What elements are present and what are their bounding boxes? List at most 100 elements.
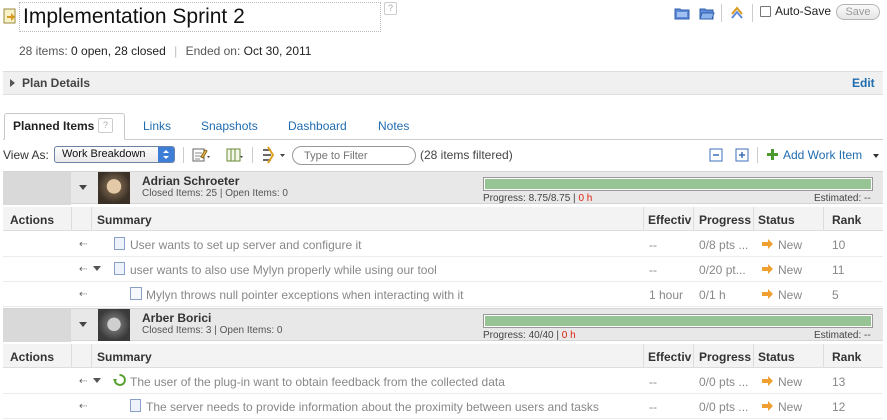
add-work-item-button[interactable]: Add Work Item [783,148,862,162]
status-new-icon [762,376,773,386]
item-progress: 0/1 h [699,288,726,302]
drag-handle-icon[interactable]: ⇠ [79,264,87,275]
filter-input[interactable] [292,146,416,165]
column-actions[interactable]: Actions [10,213,54,227]
epic-icon [113,374,126,386]
toolbar-separator [757,147,758,163]
column-divider[interactable] [91,344,92,368]
toolbar-separator [183,147,184,163]
item-summary[interactable]: Mylyn throws null pointer exceptions whe… [146,288,463,302]
item-rank: 12 [832,400,846,414]
column-divider[interactable] [71,344,72,368]
edit-columns-icon[interactable] [192,147,212,163]
item-progress: 0/0 pts ... [699,375,749,389]
autosave-label: Auto-Save [775,4,832,18]
column-effective[interactable]: Effectiv [648,350,691,364]
column-divider[interactable] [823,207,824,231]
item-summary[interactable]: user wants to also use Mylyn properly wh… [130,263,437,277]
filter-count: (28 items filtered) [420,148,513,162]
expand-arrow-icon[interactable] [10,79,15,87]
item-progress: 0/8 pts ... [699,238,749,252]
drag-handle-icon[interactable]: ⇠ [79,239,87,250]
column-effective[interactable]: Effectiv [648,213,691,227]
item-effective: 1 hour [649,288,684,302]
column-divider[interactable] [753,344,754,368]
collapse-arrow-icon[interactable] [79,322,87,327]
column-divider[interactable] [91,207,92,231]
autosave-checkbox[interactable] [760,6,771,17]
collapse-arrow-icon[interactable] [79,185,87,190]
tab-notes[interactable]: Notes [378,119,409,133]
item-status[interactable]: New [778,288,802,302]
story-icon [114,262,125,275]
column-progress[interactable]: Progress [699,350,751,364]
edit-link[interactable]: Edit [852,76,875,90]
column-divider[interactable] [643,344,644,368]
add-icon[interactable] [766,148,779,161]
column-status[interactable]: Status [758,350,795,364]
column-divider[interactable] [693,344,694,368]
expand-all-icon[interactable] [735,148,749,162]
collapse-arrow-icon[interactable] [93,378,101,383]
view-as-select[interactable]: Work Breakdown [54,146,175,163]
table-columns-icon[interactable] [226,147,244,163]
column-rank[interactable]: Rank [832,350,861,364]
folder-icon[interactable] [674,5,690,21]
tab-links[interactable]: Links [143,119,171,133]
help-icon[interactable]: ? [384,2,397,15]
ended-label: Ended on: [185,44,241,58]
item-status[interactable]: New [778,238,802,252]
plan-title[interactable]: Implementation Sprint 2 [19,2,381,32]
folder-open-icon[interactable] [699,5,715,21]
help-icon[interactable]: ? [98,118,113,133]
tabs-divider [3,139,883,140]
group-by-icon[interactable] [261,146,287,164]
owner-item-counts: Closed Items: 3 | Open Items: 0 [142,325,283,336]
progress-text: Progress: 40/40 | 0 h [483,330,576,341]
item-rank: 10 [832,238,846,252]
save-button[interactable]: Save [836,4,880,20]
column-divider[interactable] [823,344,824,368]
tab-planned-items-label[interactable]: Planned Items [13,119,94,133]
collapse-all-icon[interactable] [709,148,723,162]
plan-details-bar[interactable] [3,71,883,95]
tab-dashboard[interactable]: Dashboard [288,119,347,133]
progress-bar-fill [485,316,871,326]
progress-remaining: 0 h [561,330,576,341]
item-rank: 13 [832,375,846,389]
owner-name[interactable]: Arber Borici [142,311,211,325]
plan-details-label[interactable]: Plan Details [22,76,90,90]
item-summary[interactable]: The server needs to provide information … [146,400,599,414]
column-progress[interactable]: Progress [699,213,751,227]
item-status[interactable]: New [778,263,802,277]
column-summary[interactable]: Summary [97,213,152,227]
item-status[interactable]: New [778,375,802,389]
drag-handle-icon[interactable]: ⇠ [79,401,87,412]
progress-bar-fill [485,179,871,189]
estimated-text: Estimated: -- [814,193,871,204]
column-summary[interactable]: Summary [97,350,152,364]
sync-icon[interactable] [729,5,745,21]
collapse-arrow-icon[interactable] [93,266,101,271]
column-divider[interactable] [71,207,72,231]
column-rank[interactable]: Rank [832,213,861,227]
item-status[interactable]: New [778,400,802,414]
drag-handle-icon[interactable]: ⇠ [79,376,87,387]
item-effective: -- [649,375,657,389]
drag-handle-icon[interactable]: ⇠ [79,289,87,300]
owner-name[interactable]: Adrian Schroeter [142,174,239,188]
progress-value: Progress: 40/40 | [483,330,562,341]
item-summary[interactable]: User wants to set up server and configur… [130,238,361,252]
column-status[interactable]: Status [758,213,795,227]
item-progress: 0/20 pt... [699,263,746,277]
column-actions[interactable]: Actions [10,350,54,364]
column-divider[interactable] [643,207,644,231]
column-divider[interactable] [753,207,754,231]
plan-summary: 28 items: 0 open, 28 closed | Ended on: … [19,44,311,58]
column-divider[interactable] [693,207,694,231]
item-effective: -- [649,238,657,252]
item-summary[interactable]: The user of the plug-in want to obtain f… [130,375,505,389]
tab-snapshots[interactable]: Snapshots [201,119,258,133]
chevron-down-icon[interactable] [873,154,879,158]
dropdown-arrows-icon[interactable] [158,147,174,162]
